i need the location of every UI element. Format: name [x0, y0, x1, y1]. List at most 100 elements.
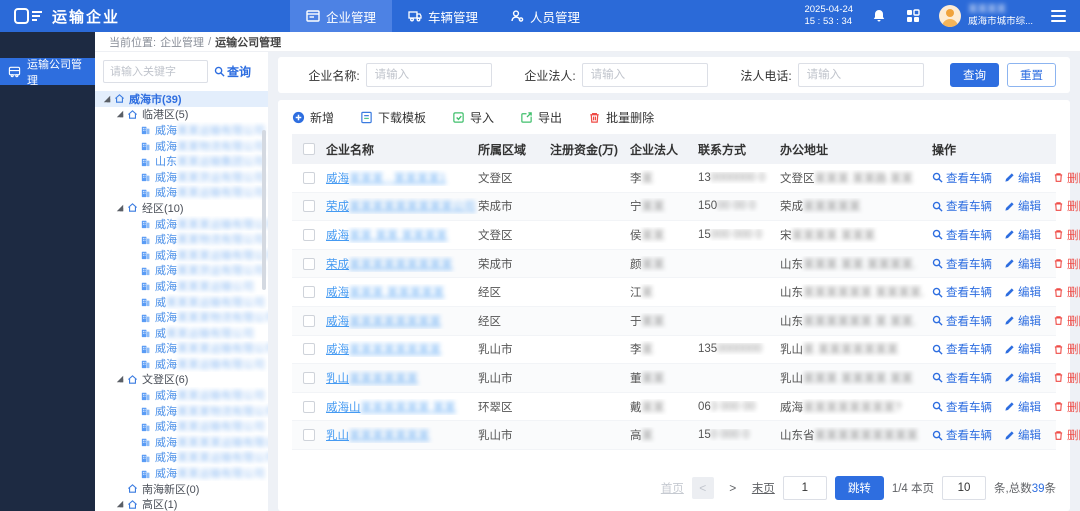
tree-node-company[interactable]: 威某某运输有限公司	[95, 325, 268, 341]
tree-node-company[interactable]: 威海某某物流有限公司	[95, 138, 268, 154]
delete-button[interactable]: 删除	[1053, 313, 1080, 329]
user-menu[interactable]: 某某某某 威海市城市综...	[939, 4, 1033, 28]
delete-button[interactable]: 删除	[1053, 227, 1080, 243]
export-button[interactable]: 导出	[520, 109, 562, 126]
row-checkbox[interactable]	[303, 229, 315, 241]
tree-node-company[interactable]: 威海某某某物流有限公司	[95, 309, 268, 325]
delete-button[interactable]: 删除	[1053, 399, 1080, 415]
row-checkbox[interactable]	[303, 200, 315, 212]
tab-vehicle-management[interactable]: 车辆管理	[392, 0, 494, 32]
pagination-prev-button[interactable]: <	[692, 477, 714, 499]
edit-button[interactable]: 编辑	[1004, 427, 1041, 443]
enterprise-name-link[interactable]: 威海某某 某某 某某某某	[326, 230, 447, 242]
edit-button[interactable]: 编辑	[1004, 198, 1041, 214]
pagination-last-button[interactable]: 末页	[752, 480, 775, 496]
reset-button[interactable]: 重置	[1007, 63, 1056, 87]
tree-search-button[interactable]: 查询	[214, 63, 251, 80]
view-vehicles-button[interactable]: 查看车辆	[932, 227, 992, 243]
tree-node-company[interactable]: 威海某某某运输有限公司	[95, 450, 268, 466]
download-template-button[interactable]: 下载模板	[360, 109, 426, 126]
tree-node-company[interactable]: 威海某某某物流有限公司	[95, 403, 268, 419]
tree-node-company[interactable]: 威海某某货运有限公司	[95, 169, 268, 185]
tree-caret-icon[interactable]	[117, 501, 123, 507]
pagination-next-button[interactable]: >	[722, 477, 744, 499]
tree-node-region[interactable]: 南海新区(0)	[95, 481, 268, 497]
tree-node-region[interactable]: 临港区(5)	[95, 107, 268, 123]
row-checkbox[interactable]	[303, 258, 315, 270]
tree-node-company[interactable]: 威海某某运输有限公司	[95, 387, 268, 403]
enterprise-name-link[interactable]: 威海某某某 · 某某某某1	[326, 173, 446, 185]
row-checkbox[interactable]	[303, 172, 315, 184]
notifications-button[interactable]	[871, 8, 887, 24]
delete-button[interactable]: 删除	[1053, 198, 1080, 214]
query-button[interactable]: 查询	[950, 63, 999, 87]
jump-button[interactable]: 跳转	[835, 476, 884, 500]
tree-search-input[interactable]	[103, 60, 208, 83]
delete-button[interactable]: 删除	[1053, 284, 1080, 300]
tree-caret-icon[interactable]	[117, 205, 123, 211]
tree-node-company[interactable]: 山东某某运输集团公司	[95, 153, 268, 169]
add-button[interactable]: 新增	[292, 109, 334, 126]
view-vehicles-button[interactable]: 查看车辆	[932, 170, 992, 186]
legal-person-input[interactable]	[582, 63, 708, 87]
edit-button[interactable]: 编辑	[1004, 399, 1041, 415]
legal-phone-input[interactable]	[798, 63, 924, 87]
delete-button[interactable]: 删除	[1053, 370, 1080, 386]
tree-node-company[interactable]: 威海某某运输有限公司	[95, 122, 268, 138]
enterprise-name-link[interactable]: 乳山某某某某某某某	[326, 430, 430, 442]
menu-toggle-button[interactable]	[1051, 10, 1066, 22]
delete-button[interactable]: 删除	[1053, 341, 1080, 357]
pagination-first-button[interactable]: 首页	[661, 480, 684, 496]
enterprise-name-input[interactable]	[366, 63, 492, 87]
tab-enterprise-management[interactable]: 企业管理	[290, 0, 392, 32]
view-vehicles-button[interactable]: 查看车辆	[932, 399, 992, 415]
enterprise-name-link[interactable]: 威海某某某某某某某某	[326, 344, 441, 356]
row-checkbox[interactable]	[303, 401, 315, 413]
sidebar-item-transport-company-management[interactable]: 运输公司管理	[0, 58, 95, 85]
tree-caret-icon[interactable]	[117, 111, 123, 117]
row-checkbox[interactable]	[303, 343, 315, 355]
tree-node-company[interactable]: 威海某某某运输有限公司	[95, 216, 268, 232]
tree-node-company[interactable]: 威海某某某运输公司	[95, 278, 268, 294]
view-vehicles-button[interactable]: 查看车辆	[932, 341, 992, 357]
tree-caret-icon[interactable]	[104, 96, 110, 102]
view-vehicles-button[interactable]: 查看车辆	[932, 313, 992, 329]
enterprise-name-link[interactable]: 荣成某某某某某某某某某公司	[326, 201, 476, 213]
edit-button[interactable]: 编辑	[1004, 284, 1041, 300]
enterprise-name-link[interactable]: 威海某某某某某某某某	[326, 316, 441, 328]
view-vehicles-button[interactable]: 查看车辆	[932, 370, 992, 386]
tree-node-company[interactable]: 威海某某货运有限公司	[95, 263, 268, 279]
page-size-input[interactable]	[942, 476, 986, 500]
tree-node-company[interactable]: 威某某某运输有限公司	[95, 294, 268, 310]
edit-button[interactable]: 编辑	[1004, 227, 1041, 243]
tree-node-company[interactable]: 威海某某某某运输有限公司	[95, 434, 268, 450]
tree-node-region[interactable]: 文登区(6)	[95, 372, 268, 388]
row-checkbox[interactable]	[303, 315, 315, 327]
apps-grid-button[interactable]	[905, 8, 921, 24]
tab-personnel-management[interactable]: 人员管理	[494, 0, 596, 32]
tree-node-region[interactable]: 威海市(39)	[95, 91, 268, 107]
enterprise-name-link[interactable]: 威海山某某某某某某 某某	[326, 402, 456, 414]
delete-button[interactable]: 删除	[1053, 256, 1080, 272]
tree-node-region[interactable]: 高区(1)	[95, 496, 268, 511]
edit-button[interactable]: 编辑	[1004, 170, 1041, 186]
enterprise-name-link[interactable]: 威海某某某 某某某某某	[326, 287, 444, 299]
tree-node-company[interactable]: 威海某某某运输有限公司	[95, 247, 268, 263]
row-checkbox[interactable]	[303, 429, 315, 441]
page-number-input[interactable]	[783, 476, 827, 500]
batch-delete-button[interactable]: 批量删除	[588, 109, 654, 126]
view-vehicles-button[interactable]: 查看车辆	[932, 256, 992, 272]
tree-node-company[interactable]: 威海某某物流有限公司	[95, 231, 268, 247]
tree-node-company[interactable]: 威海某某运输有限公司	[95, 465, 268, 481]
delete-button[interactable]: 删除	[1053, 427, 1080, 443]
tree-caret-icon[interactable]	[117, 376, 123, 382]
tree-scrollbar[interactable]	[262, 130, 266, 290]
row-checkbox[interactable]	[303, 372, 315, 384]
tree-node-company[interactable]: 威海某某运输有限公司	[95, 356, 268, 372]
row-checkbox[interactable]	[303, 286, 315, 298]
view-vehicles-button[interactable]: 查看车辆	[932, 427, 992, 443]
edit-button[interactable]: 编辑	[1004, 341, 1041, 357]
select-all-checkbox[interactable]	[303, 143, 315, 155]
delete-button[interactable]: 删除	[1053, 170, 1080, 186]
view-vehicles-button[interactable]: 查看车辆	[932, 198, 992, 214]
